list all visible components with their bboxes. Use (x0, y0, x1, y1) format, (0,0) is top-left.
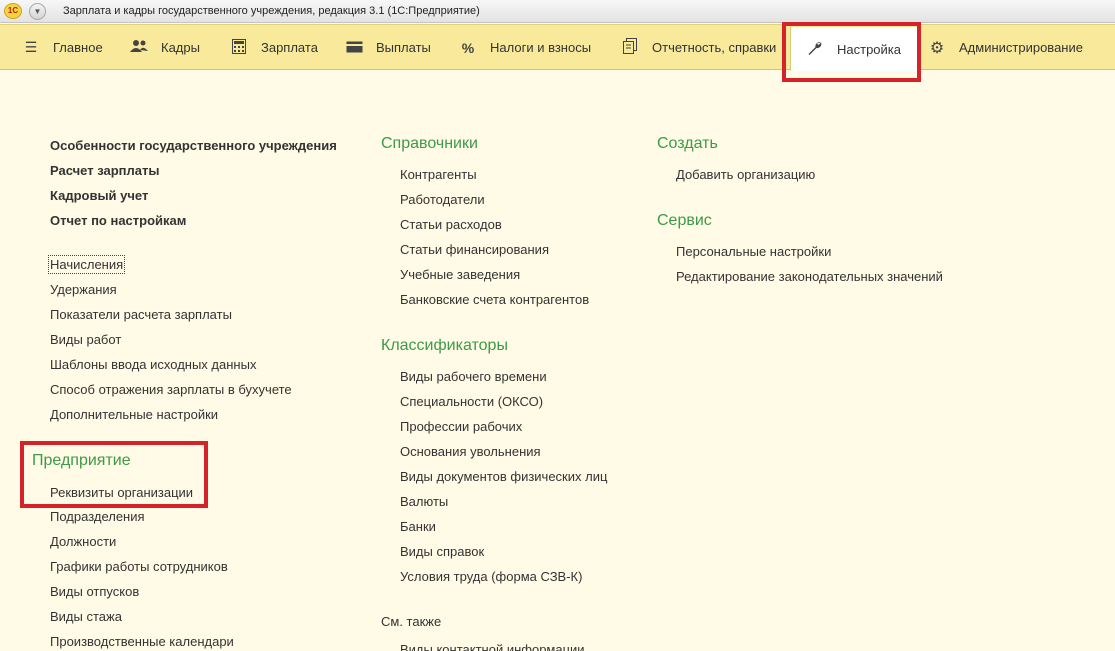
percent-icon: % (461, 39, 475, 56)
group-title-directories: Справочники (381, 135, 478, 152)
link-gov-features[interactable]: Особенности государственного учреждения (50, 138, 337, 153)
link-expense-items[interactable]: Статьи расходов (400, 217, 502, 232)
gear-icon: ⚙ (929, 39, 945, 57)
section-label: Зарплата (261, 40, 318, 55)
link-labor-conditions[interactable]: Условия труда (форма СЗВ-К) (400, 569, 582, 584)
link-production-calendars[interactable]: Производственные календари (50, 634, 234, 649)
link-seniority-types[interactable]: Виды стажа (50, 609, 122, 624)
link-salary-reflection[interactable]: Способ отражения зарплаты в бухучете (50, 382, 292, 397)
link-counterparty-bank-accounts[interactable]: Банковские счета контрагентов (400, 292, 589, 307)
link-add-organization[interactable]: Добавить организацию (676, 167, 815, 182)
section-label: Администрирование (959, 40, 1083, 55)
link-counterparties[interactable]: Контрагенты (400, 167, 477, 182)
link-accruals[interactable]: Начисления (47, 255, 126, 274)
group-title-see-also: См. также (381, 614, 442, 629)
link-id-document-types[interactable]: Виды документов физических лиц (400, 469, 607, 484)
calculator-icon (229, 38, 249, 57)
section-label: Отчетность, справки (652, 40, 777, 55)
link-specialties-okso[interactable]: Специальности (ОКСО) (400, 394, 543, 409)
link-org-details[interactable]: Реквизиты организации (50, 485, 193, 500)
link-work-types[interactable]: Виды работ (50, 332, 121, 347)
section-reports[interactable]: Отчетность, справки (620, 25, 776, 70)
link-dismissal-grounds[interactable]: Основания увольнения (400, 444, 541, 459)
main-menu-button[interactable]: ▼ (29, 3, 46, 20)
app-logo[interactable]: 1С (4, 3, 22, 19)
link-work-schedules[interactable]: Графики работы сотрудников (50, 559, 228, 574)
link-deductions[interactable]: Удержания (50, 282, 117, 297)
link-vacation-types[interactable]: Виды отпусков (50, 584, 139, 599)
link-legislative-values[interactable]: Редактирование законодательных значений (676, 269, 943, 284)
section-label: Настройка (837, 41, 901, 57)
section-hr[interactable]: Кадры (129, 25, 200, 70)
link-additional-settings[interactable]: Дополнительные настройки (50, 407, 218, 422)
link-currencies[interactable]: Валюты (400, 494, 448, 509)
section-main[interactable]: ☰ Главное (21, 25, 103, 70)
section-label: Кадры (161, 40, 200, 55)
group-title-service: Сервис (657, 212, 712, 229)
link-worker-professions[interactable]: Профессии рабочих (400, 419, 522, 434)
link-funding-items[interactable]: Статьи финансирования (400, 242, 549, 257)
link-payroll-calc[interactable]: Расчет зарплаты (50, 163, 159, 178)
window-title: Зарплата и кадры государственного учрежд… (63, 5, 480, 17)
section-salary[interactable]: Зарплата (229, 25, 318, 70)
link-settings-report[interactable]: Отчет по настройкам (50, 213, 186, 228)
group-title-create: Создать (657, 135, 718, 152)
link-employers[interactable]: Работодатели (400, 192, 485, 207)
section-settings[interactable]: Настройка (790, 27, 918, 71)
link-payroll-indicators[interactable]: Показатели расчета зарплаты (50, 307, 232, 322)
link-personal-settings[interactable]: Персональные настройки (676, 244, 831, 259)
chevron-down-icon: ▼ (33, 7, 42, 16)
people-icon (129, 39, 149, 56)
section-label: Выплаты (376, 40, 431, 55)
documents-icon (620, 38, 640, 57)
section-payments[interactable]: Выплаты (344, 25, 431, 70)
wrench-icon (805, 40, 825, 59)
sections-panel: ☰ Главное Кадры Зарплата Выплаты % Налог… (0, 24, 1115, 71)
section-label: Налоги и взносы (490, 40, 592, 55)
section-admin[interactable]: ⚙ Администрирование (927, 25, 1083, 70)
group-title-enterprise: Предприятие (32, 452, 131, 469)
hamburger-icon: ☰ (24, 39, 38, 55)
link-certificate-types[interactable]: Виды справок (400, 544, 484, 559)
link-worktime-types[interactable]: Виды рабочего времени (400, 369, 547, 384)
link-banks[interactable]: Банки (400, 519, 436, 534)
group-title-classifiers: Классификаторы (381, 337, 508, 354)
link-contact-info-types[interactable]: Виды контактной информации (400, 642, 585, 651)
section-label: Главное (53, 40, 103, 55)
link-input-templates[interactable]: Шаблоны ввода исходных данных (50, 357, 256, 372)
link-departments[interactable]: Подразделения (50, 509, 145, 524)
section-taxes[interactable]: % Налоги и взносы (458, 25, 591, 70)
link-positions[interactable]: Должности (50, 534, 116, 549)
link-hr-accounting[interactable]: Кадровый учет (50, 188, 148, 203)
wallet-icon (344, 40, 364, 56)
title-bar: 1С ▼ Зарплата и кадры государственного у… (0, 0, 1115, 23)
link-educational-institutions[interactable]: Учебные заведения (400, 267, 520, 282)
